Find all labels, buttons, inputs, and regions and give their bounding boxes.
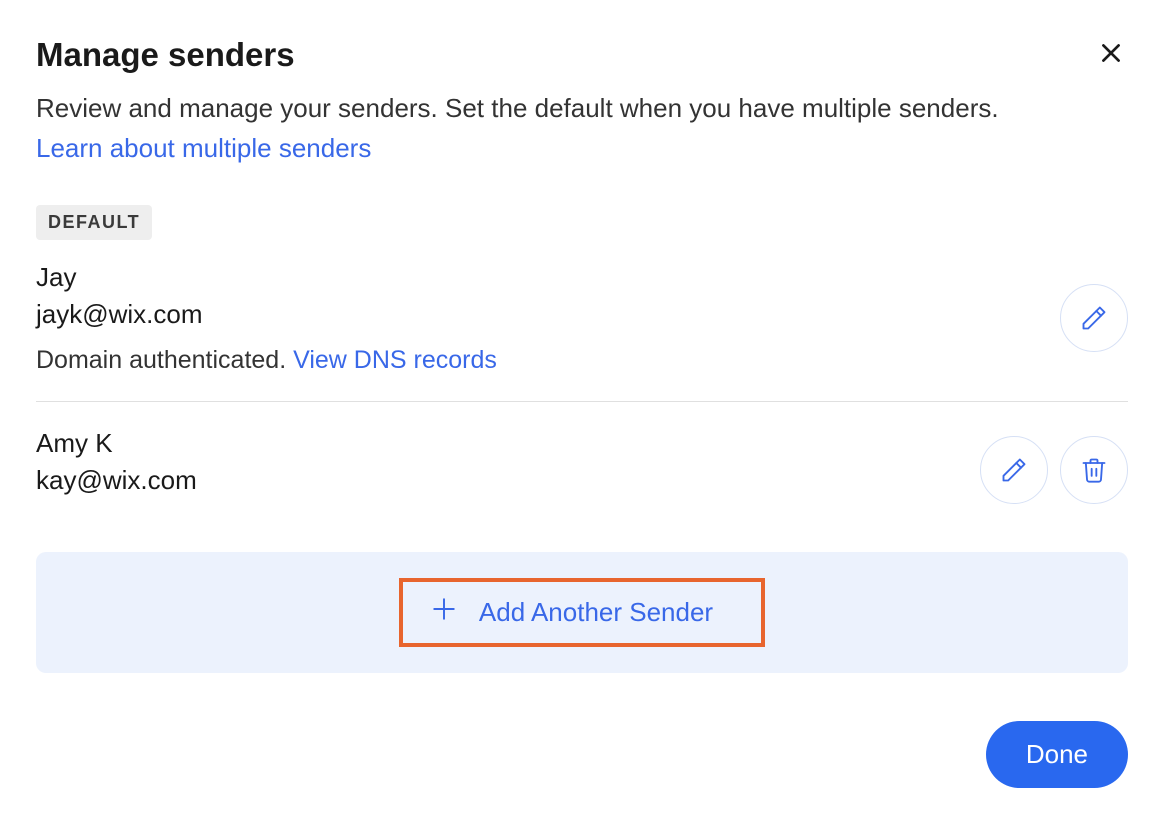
page-title: Manage senders bbox=[36, 36, 295, 74]
plus-icon bbox=[431, 596, 457, 629]
trash-icon bbox=[1080, 456, 1108, 484]
sender-name: Jay bbox=[36, 262, 497, 293]
sender-status: Domain authenticated. View DNS records bbox=[36, 346, 497, 375]
done-button[interactable]: Done bbox=[986, 721, 1128, 788]
add-sender-bar: Add Another Sender bbox=[36, 552, 1128, 673]
sender-name: Amy K bbox=[36, 428, 197, 459]
subtitle-text: Review and manage your senders. Set the … bbox=[36, 93, 999, 123]
close-button[interactable] bbox=[1094, 36, 1128, 73]
view-dns-link[interactable]: View DNS records bbox=[293, 346, 497, 374]
status-text: Domain authenticated. bbox=[36, 346, 293, 374]
close-icon bbox=[1098, 40, 1124, 66]
add-sender-label: Add Another Sender bbox=[479, 597, 713, 628]
sender-row: Amy K kay@wix.com bbox=[36, 428, 1128, 538]
pencil-icon bbox=[1000, 456, 1028, 484]
delete-sender-button[interactable] bbox=[1060, 436, 1128, 504]
edit-sender-button[interactable] bbox=[980, 436, 1048, 504]
sender-email: jayk@wix.com bbox=[36, 299, 497, 330]
pencil-icon bbox=[1080, 304, 1108, 332]
learn-more-link[interactable]: Learn about multiple senders bbox=[36, 133, 371, 163]
sender-email: kay@wix.com bbox=[36, 465, 197, 496]
add-another-sender-button[interactable]: Add Another Sender bbox=[399, 578, 765, 647]
page-subtitle: Review and manage your senders. Set the … bbox=[36, 88, 1036, 169]
default-badge: DEFAULT bbox=[36, 205, 152, 240]
sender-row-default: Jay jayk@wix.com Domain authenticated. V… bbox=[36, 262, 1128, 402]
edit-sender-button[interactable] bbox=[1060, 284, 1128, 352]
